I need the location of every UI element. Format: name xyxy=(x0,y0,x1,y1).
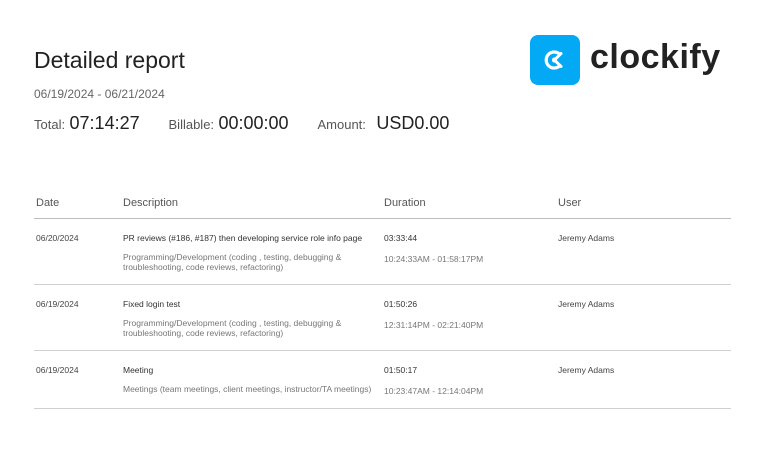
row-project: Meetings (team meetings, client meetings… xyxy=(123,384,372,394)
row-duration-cell: 01:50:26 12:31:14PM - 02:21:40PM xyxy=(382,284,556,351)
row-project: Programming/Development (coding , testin… xyxy=(123,318,342,338)
clockify-logo-icon xyxy=(530,35,580,85)
row-description-cell: Fixed login test Programming/Development… xyxy=(121,284,382,351)
amount-label: Amount: xyxy=(317,117,366,132)
row-description: Meeting xyxy=(123,365,154,375)
clockify-logo: clockify xyxy=(530,35,721,85)
row-duration: 03:33:44 xyxy=(384,233,418,243)
row-description: Fixed login test xyxy=(123,299,181,309)
row-duration: 01:50:17 xyxy=(384,365,418,375)
row-time-range: 10:23:47AM - 12:14:04PM xyxy=(384,386,484,396)
row-user: Jeremy Adams xyxy=(556,218,731,285)
column-header-description: Description xyxy=(121,190,382,219)
date-range: 06/19/2024 - 06/21/2024 xyxy=(34,87,165,101)
billable-label: Billable: xyxy=(168,117,215,132)
clockify-logo-text: clockify xyxy=(590,37,721,76)
row-description-cell: PR reviews (#186, #187) then developing … xyxy=(121,218,382,285)
column-header-duration: Duration xyxy=(382,190,556,219)
row-description: PR reviews (#186, #187) then developing … xyxy=(123,233,363,243)
total-value: 07:14:27 xyxy=(69,113,140,133)
row-duration-cell: 03:33:44 10:24:33AM - 01:58:17PM xyxy=(382,218,556,285)
row-description-cell: Meeting Meetings (team meetings, client … xyxy=(121,350,382,409)
table-row: 06/19/2024 Fixed login test Programming/… xyxy=(34,284,731,351)
table-header-row: Date Description Duration User xyxy=(34,190,731,219)
row-user: Jeremy Adams xyxy=(556,350,731,409)
column-header-date: Date xyxy=(34,190,121,219)
row-time-range: 12:31:14PM - 02:21:40PM xyxy=(384,320,484,330)
column-header-user: User xyxy=(556,190,731,219)
table-row: 06/19/2024 Meeting Meetings (team meetin… xyxy=(34,350,731,409)
report-summary: Total: 07:14:27 Billable: 00:00:00 Amoun… xyxy=(34,113,449,134)
report-title: Detailed report xyxy=(34,47,185,73)
report-table: Date Description Duration User 06/20/202… xyxy=(34,190,731,409)
amount-value: USD0.00 xyxy=(376,113,450,133)
row-date: 06/19/2024 xyxy=(34,284,121,351)
row-time-range: 10:24:33AM - 01:58:17PM xyxy=(384,254,484,264)
row-date: 06/20/2024 xyxy=(34,218,121,285)
row-duration-cell: 01:50:17 10:23:47AM - 12:14:04PM xyxy=(382,350,556,409)
row-date: 06/19/2024 xyxy=(34,350,121,409)
row-project: Programming/Development (coding , testin… xyxy=(123,252,342,272)
table-row: 06/20/2024 PR reviews (#186, #187) then … xyxy=(34,218,731,285)
row-user: Jeremy Adams xyxy=(556,284,731,351)
billable-value: 00:00:00 xyxy=(218,113,289,133)
total-label: Total: xyxy=(34,117,66,132)
row-duration: 01:50:26 xyxy=(384,299,418,309)
